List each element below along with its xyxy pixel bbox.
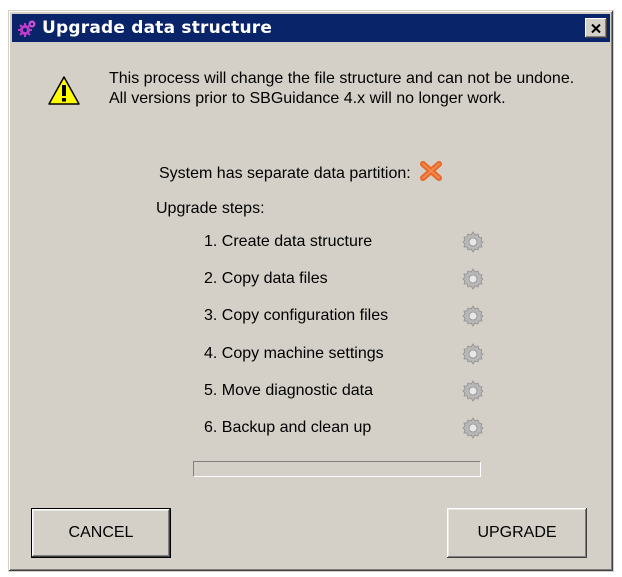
step-label: 1. Create data structure — [204, 233, 373, 250]
close-button[interactable] — [585, 18, 607, 38]
gear-icon — [462, 231, 484, 253]
step-label: 5. Move diagnostic data — [204, 382, 373, 399]
window-title: Upgrade data structure — [42, 18, 273, 38]
step-label: 2. Copy data files — [204, 270, 328, 287]
gear-icon — [462, 417, 484, 439]
step-label: 6. Backup and clean up — [204, 419, 372, 436]
warning-message: This process will change the file struct… — [109, 70, 575, 107]
step-label: 4. Copy machine settings — [204, 345, 384, 362]
upgrade-button[interactable]: UPGRADE — [447, 508, 587, 558]
cancel-button[interactable]: CANCEL — [31, 508, 171, 558]
close-icon — [591, 23, 601, 33]
gear-icon — [462, 305, 484, 327]
upgrade-progress-bar — [193, 461, 481, 477]
step-label: 3. Copy configuration files — [204, 307, 389, 324]
partition-status-row: System has separate data partition: — [159, 160, 443, 187]
title-bar[interactable]: Upgrade data structure — [12, 14, 610, 42]
gear-icon — [462, 343, 484, 365]
gear-icon — [462, 380, 484, 402]
red-x-icon — [419, 160, 443, 187]
warning-icon — [47, 75, 81, 112]
gear-icon — [462, 268, 484, 290]
steps-heading: Upgrade steps: — [156, 200, 265, 217]
partition-label: System has separate data partition: — [159, 164, 411, 182]
gears-icon — [16, 17, 38, 39]
upgrade-dialog: Upgrade data structure This process will… — [8, 10, 614, 572]
